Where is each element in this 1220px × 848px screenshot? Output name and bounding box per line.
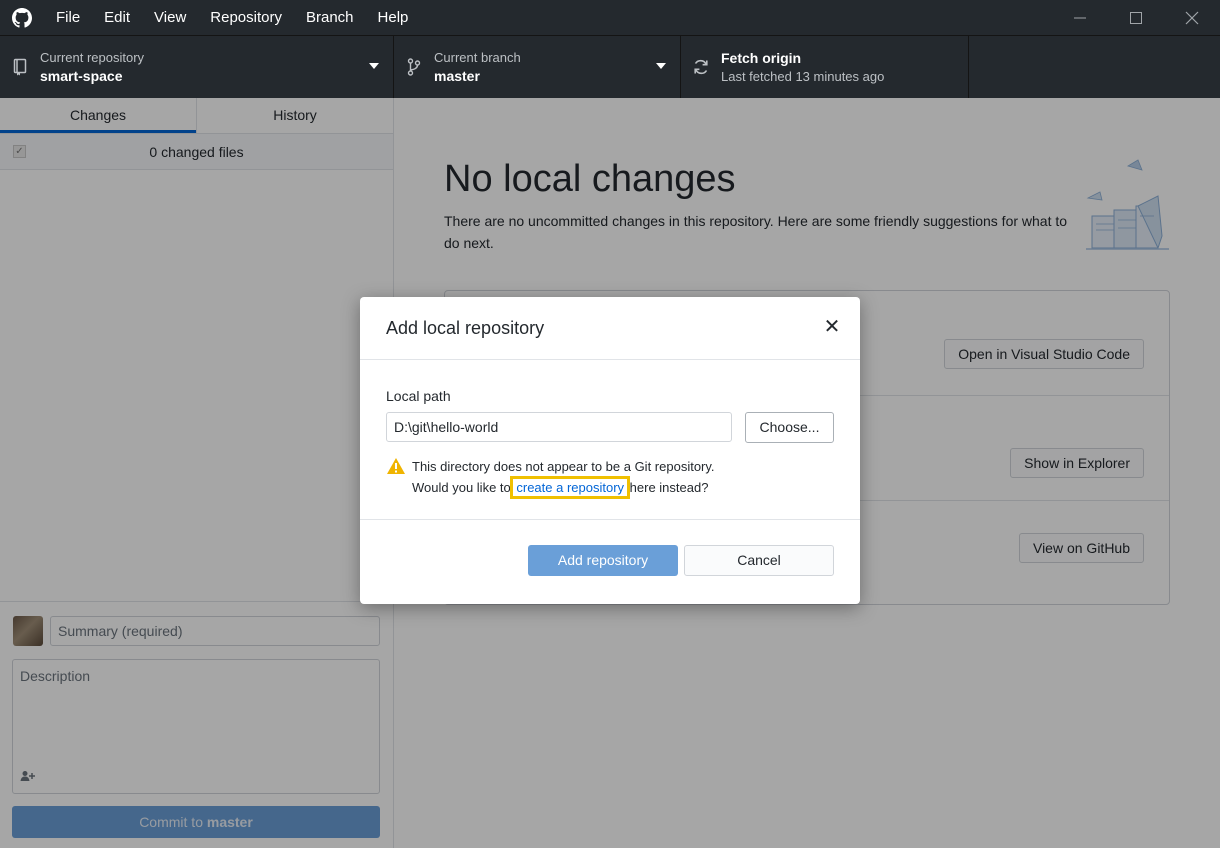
menu-view[interactable]: View: [142, 0, 198, 35]
cancel-button[interactable]: Cancel: [684, 545, 834, 576]
dialog-body: Local path D:\git\hello-world Choose... …: [360, 360, 860, 520]
github-logo-icon: [0, 0, 44, 35]
last-fetched-text: Last fetched 13 minutes ago: [721, 68, 885, 84]
menu-bar: File Edit View Repository Branch Help: [44, 0, 420, 35]
choose-button[interactable]: Choose...: [745, 412, 834, 443]
chevron-down-icon: [656, 63, 666, 69]
sync-icon: [681, 58, 721, 76]
current-repository-button[interactable]: Current repository smart-space: [0, 36, 394, 98]
menu-edit[interactable]: Edit: [92, 0, 142, 35]
menu-help[interactable]: Help: [366, 0, 421, 35]
fetch-origin-label: Fetch origin: [721, 49, 802, 66]
maximize-icon[interactable]: [1108, 0, 1164, 35]
warning-icon: [386, 457, 406, 475]
close-icon[interactable]: ✕: [822, 317, 842, 337]
warning-suffix: here instead?: [626, 480, 709, 495]
current-repository-label: Current repository: [40, 49, 145, 65]
menu-file[interactable]: File: [44, 0, 92, 35]
menu-branch[interactable]: Branch: [294, 0, 366, 35]
add-local-repository-dialog: Add local repository ✕ Local path D:\git…: [360, 297, 860, 604]
current-branch-label: Current branch: [434, 49, 521, 65]
fetch-origin-button[interactable]: Fetch origin Last fetched 13 minutes ago: [681, 36, 969, 98]
local-path-input[interactable]: D:\git\hello-world: [386, 412, 732, 442]
repo-icon: [0, 58, 40, 76]
chevron-down-icon: [369, 63, 379, 69]
dialog-footer: Add repository Cancel: [360, 520, 860, 603]
local-path-label: Local path: [386, 388, 451, 404]
create-repository-link[interactable]: create a repository: [510, 476, 631, 499]
dialog-header: Add local repository ✕: [360, 297, 860, 360]
toolbar: Current repository smart-space Current b…: [0, 35, 1220, 98]
minimize-icon[interactable]: [1052, 0, 1108, 35]
branch-icon: [394, 58, 434, 76]
menu-repository[interactable]: Repository: [198, 0, 294, 35]
warning-prefix: Would you like to: [412, 480, 515, 495]
add-repository-button[interactable]: Add repository: [528, 545, 678, 576]
title-bar: File Edit View Repository Branch Help: [0, 0, 1220, 35]
close-icon[interactable]: [1164, 0, 1220, 35]
current-repository-value: smart-space: [40, 67, 123, 84]
current-branch-button[interactable]: Current branch master: [394, 36, 681, 98]
warning-question: Would you like to create a repository he…: [412, 476, 709, 499]
warning-message: This directory does not appear to be a G…: [412, 459, 715, 474]
current-branch-value: master: [434, 67, 480, 84]
dialog-title: Add local repository: [386, 318, 545, 338]
